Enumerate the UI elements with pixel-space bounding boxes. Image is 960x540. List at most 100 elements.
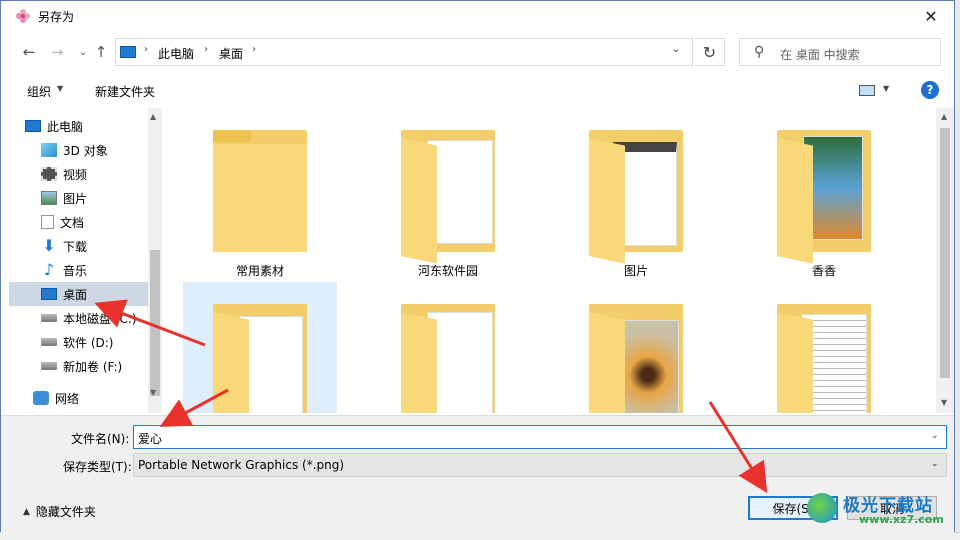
filetype-select[interactable]: Portable Network Graphics (*.png): [133, 453, 947, 477]
folder-tile-selected[interactable]: [183, 282, 337, 413]
folder-tile[interactable]: [559, 282, 713, 413]
breadcrumb-separator: ›: [204, 44, 208, 55]
chevron-down-icon: ⌄: [78, 46, 88, 58]
folder-tile[interactable]: [747, 282, 901, 413]
sidebar-item-label: 3D 对象: [63, 143, 108, 158]
network-icon: [33, 391, 49, 405]
folder-icon: [589, 304, 683, 413]
breadcrumb-this-pc[interactable]: 此电脑: [158, 45, 194, 62]
folder-icon: [213, 130, 307, 252]
drive-icon: [41, 338, 57, 346]
close-icon: ✕: [924, 6, 938, 26]
recent-locations-button[interactable]: ⌄: [73, 41, 93, 63]
breadcrumb-separator: ›: [252, 44, 256, 55]
view-options-icon[interactable]: [859, 85, 875, 96]
search-placeholder: 在 桌面 中搜索: [780, 48, 860, 62]
caret-down-icon[interactable]: ▼: [57, 84, 63, 93]
navigation-pane: 此电脑 3D 对象 视频 图片 文档 ⬇ 下载 ♪ 音乐 桌面 本地磁盘 (C:…: [9, 108, 164, 413]
sidebar-item-this-pc[interactable]: 此电脑: [25, 114, 164, 138]
scrollbar-thumb[interactable]: [940, 128, 950, 378]
address-bar[interactable]: › 此电脑 › 桌面 › ⌄: [115, 38, 693, 66]
filetype-label: 保存类型(T):: [63, 460, 132, 474]
sidebar-item-label: 文档: [60, 215, 85, 230]
folder-icon: [213, 304, 307, 413]
folder-icon: [589, 130, 683, 264]
sidebar-item-label: 音乐: [63, 263, 88, 278]
picture-icon: [41, 191, 57, 205]
breadcrumb-desktop[interactable]: 桌面: [219, 45, 243, 62]
content-scrollbar[interactable]: ▲ ▼: [936, 108, 954, 413]
sidebar-item-label: 图片: [63, 191, 88, 206]
arrow-up-icon: ↑: [94, 43, 108, 61]
cube-icon: [41, 143, 57, 157]
watermark-url: www.xz7.com: [859, 513, 944, 526]
arrow-left-icon: ←: [22, 43, 36, 61]
computer-icon: [25, 120, 41, 132]
scroll-down-icon[interactable]: ▼: [941, 398, 947, 407]
sidebar-item-label: 视频: [63, 167, 88, 182]
file-view: 常用素材 河东软件园 图片 香香: [166, 108, 936, 413]
caret-up-icon: ▲: [23, 506, 30, 517]
organize-button[interactable]: 组织: [27, 83, 51, 100]
scroll-up-icon[interactable]: ▲: [941, 112, 947, 121]
drive-icon: [41, 362, 57, 370]
watermark-logo: 极光下载站 www.xz7.com: [807, 489, 957, 533]
folder-label: 常用素材: [235, 264, 284, 278]
app-flower-icon: [16, 9, 30, 23]
search-input[interactable]: ⚲ 在 桌面 中搜索: [739, 38, 941, 66]
sidebar-item-desktop[interactable]: 桌面: [9, 282, 148, 306]
new-folder-button[interactable]: 新建文件夹: [95, 83, 155, 100]
scroll-up-icon[interactable]: ▲: [150, 112, 156, 121]
forward-button[interactable]: →: [47, 41, 67, 63]
help-icon[interactable]: ?: [921, 81, 939, 99]
scroll-down-icon[interactable]: ▼: [150, 388, 156, 397]
sidebar-item-label: 此电脑: [47, 119, 84, 134]
music-icon: ♪: [43, 260, 55, 279]
arrow-right-icon: →: [50, 43, 64, 61]
chevron-down-icon[interactable]: ⌄: [931, 459, 939, 469]
back-button[interactable]: ←: [19, 41, 39, 63]
drive-icon: [41, 314, 57, 322]
refresh-button[interactable]: ↻: [695, 38, 725, 66]
toolbar: 组织 ▼ 新建文件夹 ▼: [1, 75, 954, 105]
up-button[interactable]: ↑: [91, 41, 111, 63]
folder-tile[interactable]: 香香: [747, 108, 901, 278]
sidebar-item-label: 软件 (D:): [63, 335, 114, 350]
sidebar-item-label: 桌面: [63, 287, 88, 302]
folder-icon: [401, 304, 495, 413]
desktop-icon: [41, 288, 57, 300]
document-icon: [41, 215, 54, 229]
chevron-down-icon[interactable]: ⌄: [931, 431, 939, 441]
refresh-icon: ↻: [702, 42, 717, 62]
address-dropdown-icon[interactable]: ⌄: [672, 44, 680, 55]
sidebar-item-label: 下载: [63, 239, 88, 254]
folder-icon: [777, 130, 871, 264]
video-icon: [41, 167, 57, 181]
download-icon: ⬇: [42, 236, 56, 255]
title-bar: 另存为 ✕: [1, 1, 954, 31]
folder-tile[interactable]: 图片: [559, 108, 713, 278]
folder-icon: [401, 130, 495, 264]
hide-folders-toggle[interactable]: ▲ 隐藏文件夹: [23, 503, 96, 520]
dialog-title: 另存为: [38, 10, 75, 24]
sidebar-item-label: 本地磁盘 (C:): [63, 311, 137, 326]
background-bottom: [0, 532, 960, 540]
folder-icon: [777, 304, 871, 413]
caret-down-icon[interactable]: ▼: [883, 84, 889, 93]
folder-tile[interactable]: 河东软件园: [371, 108, 525, 278]
sidebar-item-label: 新加卷 (F:): [63, 359, 123, 374]
scrollbar-thumb[interactable]: [150, 250, 160, 396]
folder-tile[interactable]: [371, 282, 525, 413]
filename-input[interactable]: 爱心: [133, 425, 947, 449]
search-icon: ⚲: [754, 44, 765, 60]
folder-label: 图片: [623, 264, 648, 278]
save-as-dialog: 另存为 ✕ ← → ⌄ ↑ › 此电脑 › 桌面 › ⌄ ↻ ⚲ 在 桌面 中搜…: [0, 0, 957, 533]
close-button[interactable]: ✕: [908, 1, 954, 31]
watermark-icon: [807, 493, 837, 523]
breadcrumb-separator: ›: [144, 44, 148, 55]
folder-label: 香香: [811, 264, 836, 278]
navigation-scrollbar[interactable]: ▲ ▼: [148, 108, 162, 413]
computer-icon: [120, 46, 136, 58]
folder-tile[interactable]: 常用素材: [183, 108, 337, 278]
hide-folders-label: 隐藏文件夹: [35, 505, 96, 519]
